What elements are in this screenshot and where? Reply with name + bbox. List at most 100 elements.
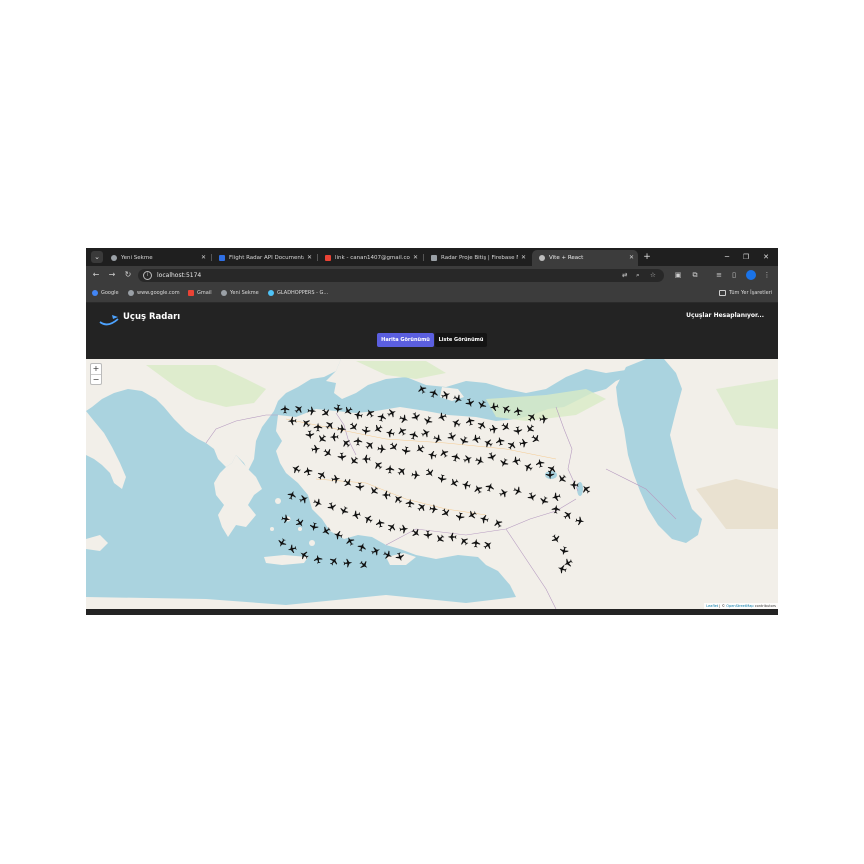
close-icon[interactable]: ✕: [521, 250, 526, 266]
land-italy: [86, 411, 126, 489]
vite-icon: [539, 255, 545, 261]
tab-firebase[interactable]: Radar Proje Bitiş | Firebase Nex ✕: [424, 250, 530, 266]
airplane-icon[interactable]: [309, 522, 319, 532]
close-icon[interactable]: ✕: [201, 250, 206, 266]
bookmark-gladhoppers[interactable]: GLADHOPPERS - G...: [268, 285, 328, 302]
tab-title: Radar Proje Bitiş | Firebase Nex: [441, 255, 518, 261]
list-view-button[interactable]: Liste Görünümü: [435, 333, 487, 347]
tab-yeni-sekme[interactable]: Yeni Sekme ✕: [104, 250, 210, 266]
airplane-icon[interactable]: [293, 403, 305, 415]
app-root: Uçuş Radarı Uçuşlar Hesaplanıyor... Hari…: [86, 303, 778, 615]
bookmark-gmail[interactable]: Gmail: [188, 285, 212, 302]
attribution-separator: | ©: [718, 604, 727, 608]
tab-strip: ⌄ Yeni Sekme ✕ Flight Radar API Document…: [86, 248, 778, 266]
profile-avatar-icon[interactable]: [746, 270, 756, 280]
leaflet-link[interactable]: Leaflet: [706, 604, 718, 608]
app-footer-strip: [86, 609, 778, 615]
airplane-icon[interactable]: [356, 542, 367, 553]
close-icon[interactable]: ✕: [413, 250, 418, 266]
airplane-icon[interactable]: [276, 537, 288, 549]
map-view[interactable]: + − Leaflet | © OpenStreetMap contributo…: [86, 359, 778, 609]
tab-title: Yeni Sekme: [121, 255, 153, 261]
bookmark-yeni-sekme[interactable]: Yeni Sekme: [221, 285, 259, 302]
airplane-icon[interactable]: [328, 555, 340, 567]
kebab-menu-icon[interactable]: ⋮: [761, 269, 773, 281]
tab-flight-radar-docs[interactable]: Flight Radar API Documentation ✕: [212, 250, 316, 266]
gladhoppers-icon: [268, 289, 274, 296]
aegean-island: [275, 498, 281, 504]
airplane-icon[interactable]: [286, 490, 297, 501]
browser-window: ⌄ Yeni Sekme ✕ Flight Radar API Document…: [86, 248, 778, 615]
airplane-icon[interactable]: [476, 399, 488, 411]
aegean-island: [270, 527, 274, 531]
zoom-out-button[interactable]: −: [91, 375, 101, 385]
airplane-icon[interactable]: [287, 544, 297, 554]
attribution-suffix: contributors: [753, 604, 776, 608]
sidepanel-icon[interactable]: ▯: [728, 269, 740, 281]
tab-vite-react[interactable]: Vite + React ✕: [532, 250, 638, 266]
app-title: Uçuş Radarı: [123, 312, 181, 322]
bookmark-label: Gmail: [197, 290, 212, 296]
zoom-in-button[interactable]: +: [91, 364, 101, 375]
airplane-icon[interactable]: [280, 404, 290, 414]
media-icon[interactable]: ≡: [713, 269, 725, 281]
globe-icon: [128, 289, 134, 296]
land-sicily: [86, 535, 108, 551]
zoom-icon[interactable]: ⌕: [636, 269, 640, 282]
translate-icon[interactable]: ⇄: [622, 269, 627, 282]
status-text: Uçuşlar Hesaplanıyor...: [686, 312, 764, 319]
airplane-icon[interactable]: [465, 398, 476, 409]
close-window-icon[interactable]: ✕: [757, 250, 775, 264]
tab-title: Vite + React: [549, 255, 584, 261]
address-bar[interactable]: i localhost:5174 ⇄ ⌕ ☆: [138, 269, 664, 282]
forward-arrow-icon[interactable]: →: [106, 269, 118, 281]
bookmarks-bar: Google www.google.com Gmail Yeni Sekme G…: [86, 285, 778, 303]
close-icon[interactable]: ✕: [629, 250, 634, 266]
bookmark-google[interactable]: Google: [92, 285, 119, 302]
airplane-icon[interactable]: [428, 387, 439, 398]
map-tiles: [86, 359, 778, 609]
folder-icon: [719, 289, 726, 296]
reload-icon[interactable]: ↻: [122, 269, 134, 281]
address-url[interactable]: localhost:5174: [157, 269, 201, 282]
tab-title: link - canan1407@gmail.com: [335, 255, 410, 261]
extension-icon[interactable]: ▣: [672, 269, 684, 281]
gmail-icon: [188, 289, 194, 296]
aegean-island: [309, 540, 315, 546]
app-header: Uçuş Radarı Uçuşlar Hesaplanıyor... Hari…: [86, 303, 778, 357]
site-info-icon[interactable]: i: [143, 271, 152, 280]
airplane-icon[interactable]: [313, 554, 323, 564]
bookmark-label: GLADHOPPERS - G...: [277, 290, 329, 296]
airplane-icon[interactable]: [343, 558, 353, 568]
new-tab-button[interactable]: +: [640, 250, 654, 264]
back-arrow-icon[interactable]: ←: [90, 269, 102, 281]
airplane-icon[interactable]: [298, 493, 309, 504]
minimize-icon[interactable]: ─: [718, 250, 736, 264]
land-crete: [264, 555, 308, 565]
bookmark-www-google[interactable]: www.google.com: [128, 285, 180, 302]
bookmark-label: Tüm Yer İşaretleri: [729, 290, 773, 296]
restore-icon[interactable]: ❐: [737, 250, 755, 264]
airplane-icon[interactable]: [370, 545, 381, 556]
tab-search-icon[interactable]: ⌄: [91, 251, 103, 263]
airplane-icon[interactable]: [416, 383, 427, 394]
airplane-icon[interactable]: [358, 559, 370, 571]
globe-icon: [221, 289, 227, 296]
bookmark-star-icon[interactable]: ☆: [650, 269, 656, 282]
docs-icon: [219, 255, 225, 261]
land-north-africa: [86, 595, 516, 609]
zoom-control: + −: [90, 363, 102, 385]
tab-gmail[interactable]: link - canan1407@gmail.com ✕: [318, 250, 422, 266]
map-view-button[interactable]: Harita Görünümü: [377, 333, 434, 347]
all-bookmarks[interactable]: Tüm Yer İşaretleri: [719, 285, 772, 302]
extensions-icon[interactable]: ⧉: [689, 269, 701, 281]
land-crimea: [440, 387, 464, 401]
aegean-island: [298, 527, 302, 531]
osm-link[interactable]: OpenStreetMap: [726, 604, 753, 608]
bookmark-label: Google: [101, 290, 119, 296]
close-icon[interactable]: ✕: [307, 250, 312, 266]
globe-icon: [111, 255, 117, 261]
bookmark-label: Yeni Sekme: [230, 290, 259, 296]
firebase-icon: [431, 255, 437, 261]
plane-logo-icon: [99, 315, 119, 326]
